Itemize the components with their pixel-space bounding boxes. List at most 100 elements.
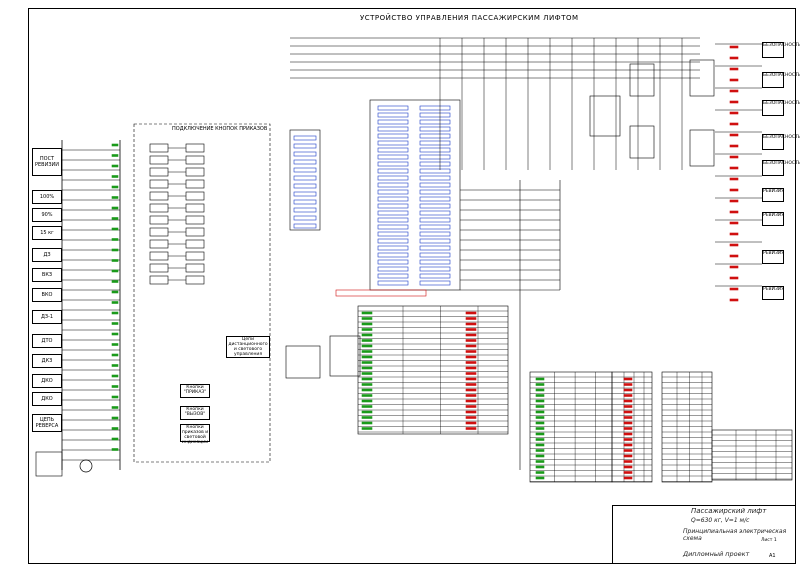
table-marker [535,432,545,436]
title-block-format: А1 [769,553,776,559]
table-marker [535,421,545,425]
side-label-dz1: ДЗ-1 [32,310,62,324]
call-button-relay [185,155,205,165]
controller-pin-right [419,217,451,223]
right-label-9: РЕВИЗИЯ [762,286,784,300]
title-block-spec: Q=630 кг, V=1 м/с [691,517,750,524]
fuse-marker [729,254,739,258]
fuse-marker [729,287,739,291]
call-button-relay [185,263,205,273]
side-label-dto: ДТО [32,334,62,348]
order-button-relay [149,227,169,237]
table-marker-red [623,399,633,403]
terminal-marker [111,448,119,451]
fuse-marker [729,78,739,82]
order-button-relay [149,167,169,177]
table-marker-red [623,460,633,463]
table-marker-red [623,377,633,381]
table-marker [535,465,545,469]
controller-pin-right [419,140,451,146]
controller-pin-left [377,119,409,125]
fuse-marker [729,45,739,49]
table-marker-red [465,405,477,408]
terminal-marker [111,143,119,147]
terminal-marker [111,238,119,241]
fuse-marker [729,111,739,115]
table-marker-red [623,421,633,425]
right-label-1: БЕЗОПАСНОСТЬ [762,42,800,58]
side-label-dko: ДКО [32,374,62,388]
relay-coil [293,167,317,173]
table-marker-red [465,339,477,342]
order-button-relay [149,251,169,261]
fuse-marker [729,177,739,181]
wiring-layer [35,37,793,483]
order-button-relay [149,143,169,153]
table-marker-red [465,355,477,359]
side-label-vko: ВКО [32,288,62,302]
table-marker-red [465,333,477,337]
right-label-7: РЕВИЗИЯ [762,212,784,226]
controller-pin-left [377,280,409,286]
terminal-marker [111,416,119,420]
motor-symbol [79,459,93,473]
terminal-marker [111,227,119,231]
schematic-sheet: УСТРОЙСТВО УПРАВЛЕНИЯ ПАССАЖИРСКИМ ЛИФТО… [0,0,800,570]
fuse-marker [729,56,739,60]
note-remote-control: Цепи дистанционного и светового управлен… [226,336,270,358]
title-block-sheet-name: Принципиальная электрическая схема [683,528,787,542]
table-marker-red [465,344,477,348]
fuse-marker [729,166,739,170]
call-button-relay [185,179,205,189]
call-button-relay [185,227,205,237]
table-marker-red [465,399,477,403]
table-marker [361,405,373,408]
controller-block [369,99,461,291]
table-marker [535,476,545,480]
controller-pin-right [419,245,451,251]
controller-pin-right [419,238,451,244]
fuse-marker [729,298,739,302]
side-label-dz: ДЗ [32,248,62,262]
right-label-2: БЕЗОПАСНОСТЬ [762,72,800,88]
table-marker-red [465,322,477,326]
relay-coil [293,207,317,213]
terminal-marker [111,427,119,430]
call-button-relay [185,275,205,285]
fuse-marker [729,122,739,126]
controller-pin-left [377,189,409,195]
controller-pin-left [377,140,409,146]
terminal-marker [111,259,119,262]
table-marker [361,377,373,381]
table-marker [361,344,373,348]
side-label-15kg: 15 кг [32,226,62,240]
connector-strip [335,289,427,297]
table-marker-red [623,471,633,474]
order-button-relay [149,191,169,201]
right-label-4: БЕЗОПАСНОСТЬ [762,134,800,150]
table-marker [535,449,545,452]
controller-pin-right [419,175,451,181]
table-marker-red [465,311,477,315]
side-label-100: 100% [32,190,62,204]
controller-pin-left [377,231,409,237]
table-marker-red [623,416,633,419]
table-marker [361,355,373,359]
terminal-table [357,305,509,435]
table-marker [361,399,373,403]
table-marker-red [465,328,477,331]
terminal-marker [111,332,119,336]
terminal-table [529,371,613,483]
side-label-90: 90% [32,208,62,222]
controller-pin-right [419,224,451,230]
right-relay-module [629,125,655,159]
fuse-marker [729,188,739,192]
terminal-marker [111,322,119,325]
terminal-marker [111,280,119,283]
right-relay-module [629,63,655,97]
terminal-marker [111,269,119,273]
controller-pin-right [419,266,451,272]
table-marker-red [465,388,477,392]
terminal-marker [111,385,119,388]
controller-pin-right [419,196,451,202]
